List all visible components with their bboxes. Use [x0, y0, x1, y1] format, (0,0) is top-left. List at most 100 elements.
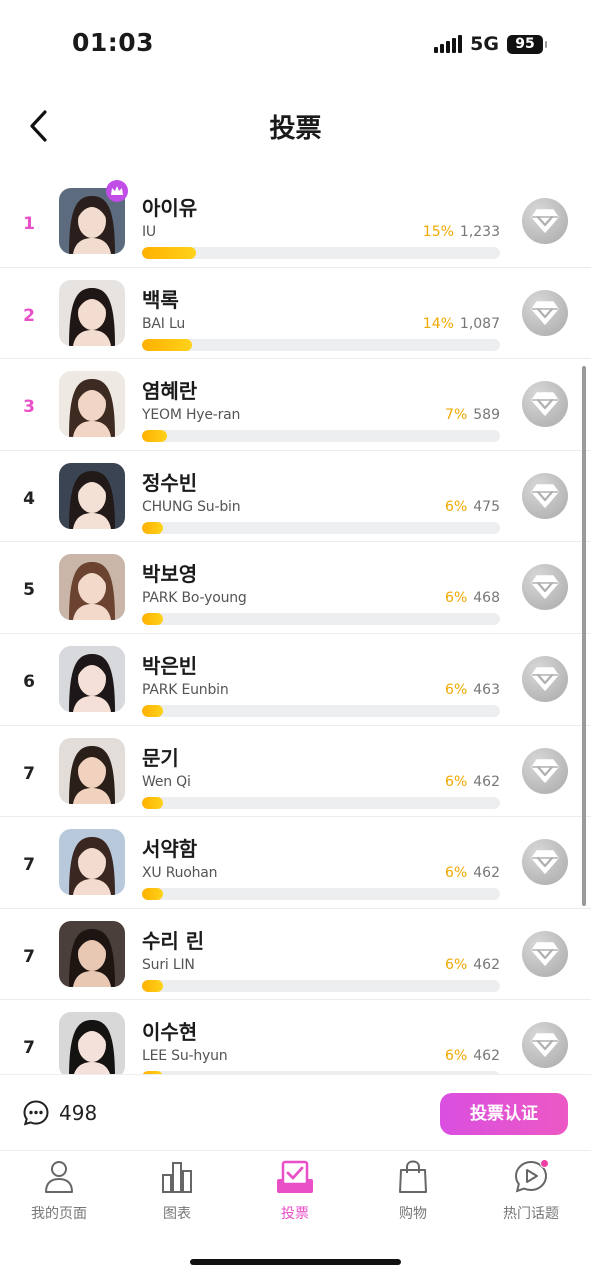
vote-button[interactable] — [522, 198, 568, 244]
heart-vote-icon — [531, 758, 559, 783]
vote-button[interactable] — [522, 472, 568, 519]
rank-number: 2 — [23, 305, 35, 326]
candidate-name-en: CHUNG Su-bin — [142, 498, 241, 515]
candidate-name-en: LEE Su-hyun — [142, 1048, 228, 1065]
comment-count: 498 — [59, 1101, 98, 1125]
vote-button[interactable] — [522, 564, 568, 611]
rank-number: 1 — [23, 214, 35, 234]
candidate-name-en: Suri LIN — [142, 956, 195, 973]
person-icon — [39, 1157, 79, 1197]
candidate-row[interactable]: 7 서약함 XU Ruohan 6% 462 — [0, 817, 591, 909]
vote-button[interactable] — [522, 289, 568, 336]
vote-count: 462 — [473, 956, 500, 973]
candidate-row[interactable]: 7 이수현 LEE Su-hyun 6% 462 — [0, 1000, 591, 1074]
notification-dot — [540, 1159, 549, 1168]
vote-stats: 15% 1,233 — [423, 224, 500, 240]
vote-count: 589 — [473, 407, 500, 424]
candidate-row[interactable]: 7 문기 Wen Qi 6% 462 — [0, 726, 591, 818]
heart-vote-icon — [531, 392, 559, 416]
vote-button[interactable] — [522, 747, 568, 794]
candidate-name-en: PARK Eunbin — [142, 681, 229, 698]
vote-button[interactable] — [522, 381, 568, 428]
vote-percent: 6% — [445, 498, 468, 515]
tab-label: 热门话题 — [503, 1206, 559, 1222]
vote-stats: 14% 1,087 — [423, 316, 500, 332]
rank-number: 7 — [23, 855, 35, 876]
candidate-name-en: Wen Qi — [142, 773, 191, 790]
candidate-row[interactable]: 1 아이유 IU 15% 1,233 — [0, 176, 591, 268]
heart-vote-icon — [531, 850, 559, 874]
tab-chart[interactable]: 图表 — [118, 1157, 236, 1223]
vote-button[interactable] — [522, 930, 568, 977]
vote-stats: 6% 475 — [445, 499, 500, 515]
candidate-row[interactable]: 3 염혜란 YEOM Hye-ran 7% 589 — [0, 359, 591, 451]
rank-number: 7 — [23, 946, 35, 967]
candidate-name-en: BAI Lu — [142, 315, 185, 332]
vote-count: 1,233 — [459, 224, 500, 240]
rank-number: 7 — [23, 763, 35, 784]
vote-stats: 6% 462 — [445, 957, 500, 973]
home-indicator[interactable] — [190, 1259, 401, 1265]
avatar[interactable] — [59, 829, 125, 896]
avatar[interactable] — [59, 279, 125, 346]
page-header: 投票 — [0, 96, 591, 156]
page-title: 投票 — [269, 114, 322, 144]
network-type: 5G — [470, 33, 499, 55]
vote-percent: 14% — [422, 315, 454, 332]
vote-stats: 6% 468 — [445, 590, 500, 606]
candidate-name: 박보영 — [142, 562, 198, 587]
vote-stats: 6% 462 — [445, 865, 500, 881]
candidate-row[interactable]: 4 정수빈 CHUNG Su-bin 6% 475 — [0, 451, 591, 543]
vote-progress-fill — [142, 247, 196, 259]
tab-shopping[interactable]: 购物 — [354, 1157, 472, 1223]
avatar[interactable] — [59, 737, 125, 804]
vote-progress-bar — [142, 521, 500, 534]
status-indicators: 5G 95 — [434, 33, 547, 55]
vote-verify-button[interactable]: 投票认证 — [440, 1093, 568, 1135]
candidate-row[interactable]: 7 수리 린 Suri LIN 6% 462 — [0, 909, 591, 1001]
vote-stats: 6% 463 — [445, 682, 500, 698]
comment-icon[interactable] — [22, 1099, 50, 1127]
heart-vote-icon — [531, 575, 559, 600]
vote-percent: 15% — [422, 224, 454, 240]
ranking-list[interactable]: 1 아이유 IU 15% 1,233 2 백록 BAI Lu 14% 1,087… — [0, 176, 591, 1074]
candidate-row[interactable]: 5 박보영 PARK Bo-young 6% 468 — [0, 542, 591, 634]
vote-percent: 7% — [445, 407, 468, 424]
avatar[interactable] — [59, 1012, 125, 1074]
tab-hot-topics[interactable]: 热门话题 — [472, 1157, 590, 1223]
tab-my-page[interactable]: 我的页面 — [0, 1157, 118, 1223]
tab-vote[interactable]: 投票 — [236, 1157, 354, 1223]
vote-progress-bar — [142, 796, 500, 809]
avatar[interactable] — [59, 645, 125, 712]
candidate-name: 문기 — [142, 745, 179, 770]
rank-number: 6 — [23, 671, 35, 692]
vote-icon — [275, 1157, 315, 1197]
candidate-row[interactable]: 2 백록 BAI Lu 14% 1,087 — [0, 268, 591, 360]
vote-progress-bar — [142, 247, 500, 259]
vote-progress-fill — [142, 796, 164, 809]
vote-button[interactable] — [522, 655, 568, 702]
vote-stats: 6% 462 — [445, 1048, 500, 1064]
candidate-name: 정수빈 — [142, 470, 198, 495]
avatar[interactable] — [59, 371, 125, 438]
action-bar: 498 投票认证 — [0, 1074, 591, 1150]
heart-vote-icon — [531, 484, 559, 508]
avatar[interactable] — [59, 920, 125, 987]
vote-count: 1,087 — [459, 315, 500, 332]
candidate-row[interactable]: 6 박은빈 PARK Eunbin 6% 463 — [0, 634, 591, 726]
vote-button[interactable] — [522, 1022, 568, 1069]
battery-icon: 95 — [507, 34, 547, 54]
signal-icon — [434, 35, 463, 53]
status-bar: 01:03 5G 95 — [0, 0, 591, 88]
vote-count: 475 — [473, 498, 500, 515]
vote-progress-bar — [142, 338, 500, 351]
vote-button[interactable] — [522, 839, 568, 886]
vote-progress-bar — [142, 979, 500, 992]
scrollbar[interactable] — [582, 366, 586, 906]
vote-progress-bar — [142, 888, 500, 901]
vote-stats: 6% 462 — [445, 774, 500, 790]
avatar[interactable] — [59, 554, 125, 621]
vote-percent: 6% — [445, 773, 468, 790]
avatar[interactable] — [59, 462, 125, 529]
tab-label: 图表 — [163, 1206, 191, 1222]
